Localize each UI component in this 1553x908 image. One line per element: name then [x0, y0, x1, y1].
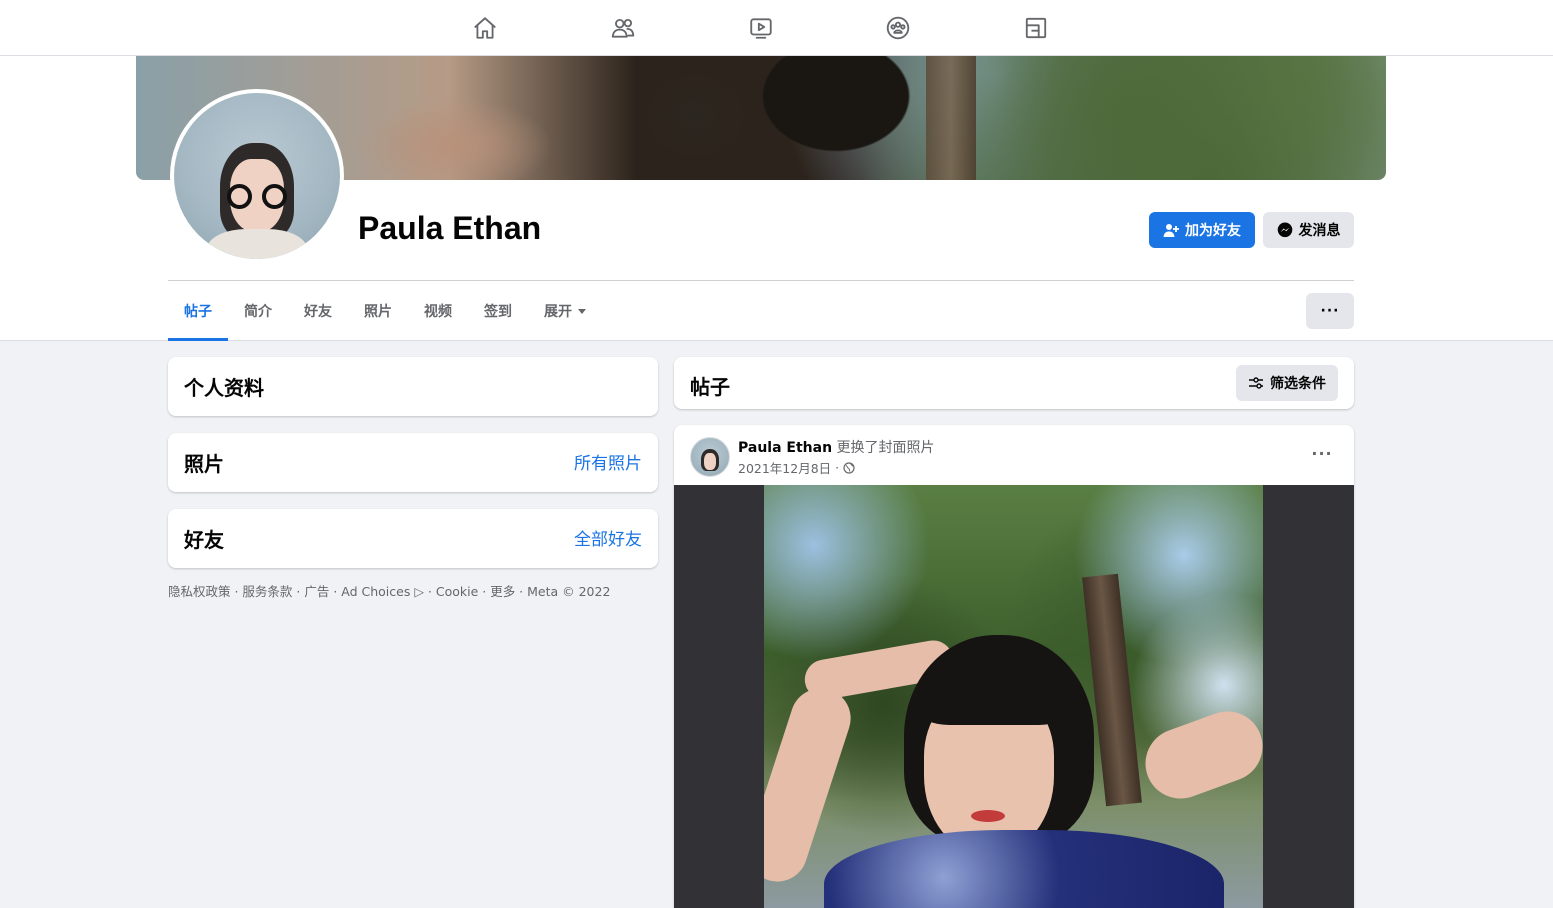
- message-label: 发消息: [1298, 223, 1341, 239]
- tab-label: 简介: [244, 304, 272, 320]
- all-photos-link[interactable]: 所有照片: [574, 449, 642, 474]
- avatar-body: [207, 229, 307, 259]
- tab-label: 展开: [544, 304, 572, 320]
- post-author-name[interactable]: Paula Ethan: [738, 440, 832, 456]
- avatar-photo: [174, 93, 340, 259]
- photos-title: 照片: [184, 452, 224, 476]
- post-card: Paula Ethan 更换了封面照片 2021年12月8日 · ···: [674, 425, 1354, 908]
- intro-title: 个人资料: [184, 376, 264, 400]
- add-friend-button[interactable]: 加为好友: [1149, 212, 1255, 248]
- meta-separator: ·: [835, 460, 840, 475]
- tab-label: 好友: [304, 304, 332, 320]
- tab-more[interactable]: 展开: [528, 281, 602, 341]
- post-menu-button[interactable]: ···: [1306, 441, 1338, 465]
- filter-label: 筛选条件: [1270, 376, 1326, 392]
- tab-label: 签到: [484, 304, 512, 320]
- post-date[interactable]: 2021年12月8日: [738, 458, 831, 477]
- top-navigation-bar: [0, 0, 1553, 56]
- photo-arm: [1135, 701, 1263, 809]
- photo-lips: [971, 810, 1005, 822]
- tab-photos[interactable]: 照片: [348, 281, 408, 341]
- video-icon[interactable]: [745, 12, 777, 44]
- profile-header: Paula Ethan 加为好友 发消息 帖子 简介 好友 照片 视频 签到 展…: [0, 56, 1553, 341]
- intro-card: 个人资料: [168, 357, 658, 416]
- tab-checkins[interactable]: 签到: [468, 281, 528, 341]
- add-friend-label: 加为好友: [1185, 223, 1241, 239]
- caret-down-icon: [578, 308, 586, 314]
- profile-name: Paula Ethan: [358, 210, 542, 246]
- posts-title: 帖子: [690, 375, 730, 399]
- avatar-face: [703, 453, 717, 470]
- profile-tabs: 帖子 简介 好友 照片 视频 签到 展开: [168, 281, 602, 341]
- groups-icon[interactable]: [882, 12, 914, 44]
- globe-icon: [843, 461, 855, 474]
- cover-tree-trunk: [926, 56, 976, 180]
- post-action-text: 更换了封面照片: [836, 440, 935, 456]
- post-author-line: Paula Ethan 更换了封面照片: [738, 437, 935, 457]
- all-friends-link[interactable]: 全部好友: [574, 525, 642, 550]
- footer-links[interactable]: 隐私权政策 · 服务条款 · 广告 · Ad Choices ▷ · Cooki…: [168, 581, 610, 600]
- add-friend-icon: [1163, 224, 1179, 237]
- tab-about[interactable]: 简介: [228, 281, 288, 341]
- message-button[interactable]: 发消息: [1263, 212, 1354, 248]
- photos-card: 照片 所有照片: [168, 433, 658, 492]
- avatar-glasses-right: [261, 184, 287, 210]
- more-options-button[interactable]: ···: [1306, 293, 1354, 329]
- profile-avatar[interactable]: [170, 89, 344, 263]
- filter-icon: [1249, 377, 1263, 389]
- post-meta: 2021年12月8日 ·: [738, 458, 855, 477]
- tab-label: 帖子: [184, 304, 212, 320]
- filter-button[interactable]: 筛选条件: [1236, 365, 1338, 401]
- posts-header-card: 帖子 筛选条件: [674, 357, 1354, 409]
- friends-card: 好友 全部好友: [168, 509, 658, 568]
- post-photo[interactable]: [764, 485, 1263, 908]
- friends-title: 好友: [184, 528, 224, 552]
- photo-shirt: [824, 830, 1224, 908]
- post-author-avatar[interactable]: [690, 437, 730, 477]
- tab-label: 视频: [424, 304, 452, 320]
- photo-bangs: [919, 655, 1069, 725]
- tab-friends[interactable]: 好友: [288, 281, 348, 341]
- gaming-icon[interactable]: [1020, 12, 1052, 44]
- messenger-icon: [1277, 222, 1292, 238]
- friends-icon[interactable]: [607, 12, 639, 44]
- tab-videos[interactable]: 视频: [408, 281, 468, 341]
- tab-posts[interactable]: 帖子: [168, 281, 228, 341]
- home-icon[interactable]: [469, 12, 501, 44]
- post-media[interactable]: [674, 485, 1354, 908]
- tab-label: 照片: [364, 304, 392, 320]
